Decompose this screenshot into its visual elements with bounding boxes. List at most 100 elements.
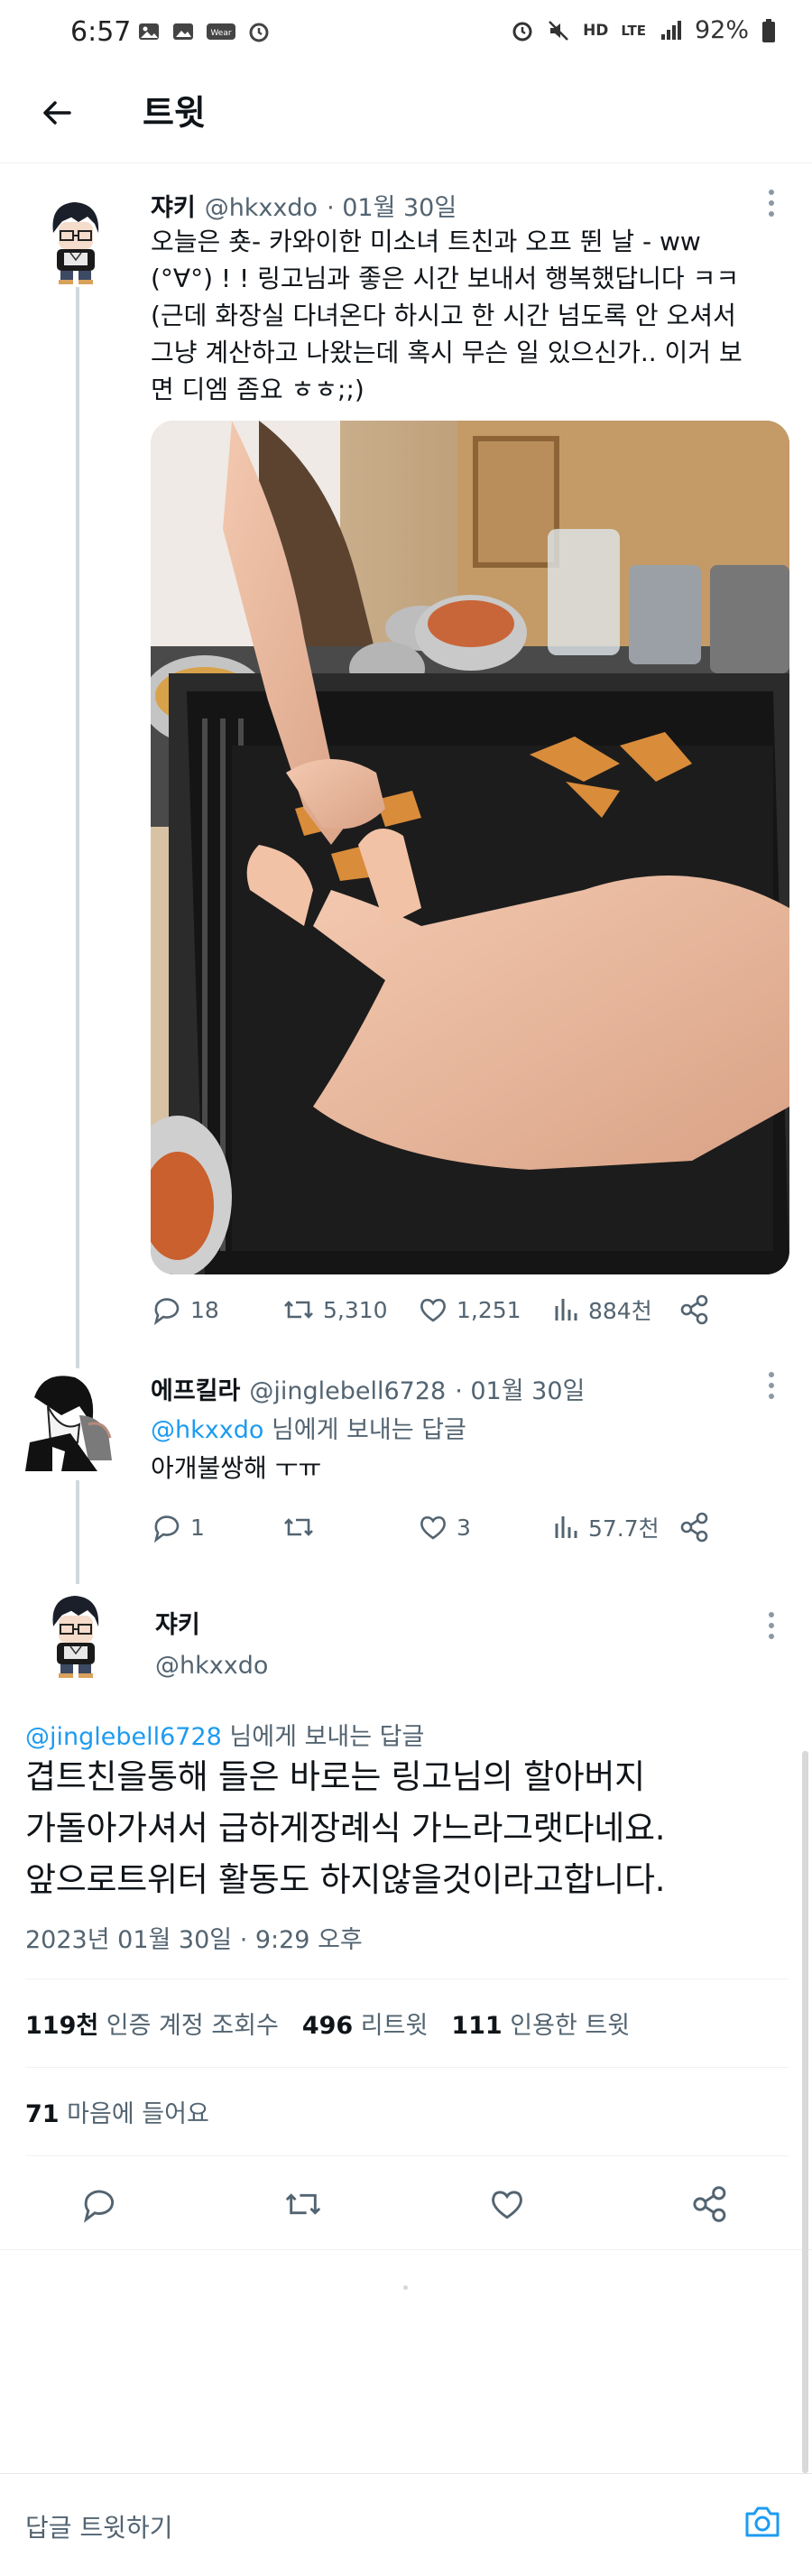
more-options-icon[interactable]	[766, 190, 777, 222]
quotes-stat-number: 111	[451, 2012, 503, 2040]
tweet-text: 아개불쌍해 ㅜㅠ	[151, 1453, 322, 1483]
reply-button[interactable]	[79, 2184, 119, 2228]
lte-icon: LTE	[621, 22, 646, 39]
retweet-icon	[284, 1518, 313, 1536]
alarm-icon	[249, 23, 269, 42]
status-system-icons: HD LTE 92%	[511, 16, 776, 44]
more-options-icon[interactable]	[766, 1372, 777, 1404]
display-name[interactable]: 쟈키	[155, 1605, 200, 1640]
heart-icon	[420, 1515, 446, 1540]
quotes-stat-label: 인용한 트윗	[502, 2012, 631, 2040]
display-name[interactable]: 쟈키	[151, 188, 196, 223]
share-icon[interactable]	[678, 1293, 711, 1330]
reply-input[interactable]: 답글 트윗하기	[25, 2508, 172, 2544]
reply-composer-bar: 답글 트윗하기	[0, 2473, 812, 2576]
scrollbar[interactable]	[802, 1751, 808, 2473]
gallery-icon	[173, 23, 193, 40]
like-button[interactable]: 1,251	[417, 1293, 521, 1326]
more-options-icon[interactable]	[766, 1612, 777, 1645]
views-button[interactable]: 57.7천	[552, 1511, 660, 1543]
alarm-icon	[512, 22, 532, 41]
reply-to-handle[interactable]: @hkxxdo	[151, 1416, 263, 1444]
divider	[25, 2155, 789, 2156]
tweet-text-line: (근데 화장실 다녀온다 하시고 한 시간 넘도록 안 오셔서	[151, 301, 736, 330]
tweet-date[interactable]: · 01월 30일	[455, 1371, 585, 1406]
tweet-text-line: 면 디엠 좀요 ㅎㅎ;;)	[151, 375, 364, 404]
reply-icon	[83, 2190, 115, 2223]
divider	[25, 2067, 789, 2068]
views-count: 57.7천	[588, 1515, 660, 1542]
tweet-text: 오늘은 춋- 카와이한 미소녀 트친과 오프 뛴 날 - ww (°∀°) ! …	[151, 223, 791, 408]
retweet-icon	[284, 1301, 313, 1319]
status-time: 6:57	[70, 16, 132, 48]
divider	[25, 1978, 789, 1979]
likes-stat[interactable]: 71 마음에 들어요	[25, 2094, 209, 2129]
hd-voice-icon: HD	[583, 21, 609, 40]
views-stat-label: 인증 계정 조회수	[98, 2012, 279, 2040]
retweets-stat-label: 리트윗	[353, 2012, 429, 2040]
reply-button[interactable]: 1	[151, 1511, 205, 1543]
svg-text:Wear: Wear	[210, 29, 231, 38]
share-icon[interactable]	[690, 2184, 730, 2228]
back-arrow-icon[interactable]	[34, 90, 79, 135]
signal-icon	[660, 20, 681, 40]
display-name[interactable]: 에프킬라	[151, 1371, 240, 1406]
retweet-button[interactable]	[281, 1511, 316, 1543]
battery-percent: 92%	[694, 16, 749, 44]
views-icon	[555, 1516, 577, 1538]
like-count: 1,251	[457, 1296, 521, 1323]
retweet-button[interactable]	[282, 2184, 324, 2228]
tweet-header: 쟈키 @hkxxdo · 01월 30일	[151, 188, 457, 223]
mute-icon	[549, 20, 568, 41]
views-button[interactable]: 884천	[552, 1293, 652, 1326]
reply-to-label: 님에게 보내는 답글	[263, 1416, 466, 1444]
like-button[interactable]: 3	[417, 1511, 471, 1543]
tweet-date[interactable]: · 01월 30일	[327, 188, 457, 223]
tweet-text-line: 앞으로트위터 활동도 하지않을것이라고합니다.	[25, 1860, 666, 1899]
tweet-actions: 18 5,310 1,251 884천	[151, 1286, 791, 1331]
reply-icon	[153, 1515, 180, 1543]
avatar[interactable]	[25, 1370, 117, 1471]
status-notification-icons: Wear	[137, 20, 271, 43]
reply-context: @jinglebell6728 님에게 보내는 답글	[25, 1717, 424, 1752]
webtoon-icon: Wear	[207, 23, 235, 40]
app-bar	[0, 72, 812, 163]
tweet-text-line: 겹트친을통해 들은 바로는 링고님의 할아버지	[25, 1757, 645, 1796]
heart-icon	[420, 1298, 446, 1322]
quotes-stat[interactable]: 111 인용한 트윗	[451, 2006, 630, 2041]
retweet-icon	[285, 2193, 321, 2215]
divider	[0, 2249, 812, 2250]
tweet-text-line: (°∀°) ! ! 링고님과 좋은 시간 보내서 행복했답니다 ㅋㅋ	[151, 264, 740, 293]
views-count: 884천	[588, 1298, 652, 1324]
retweet-button[interactable]: 5,310	[281, 1293, 388, 1326]
tweet-photo[interactable]	[151, 421, 789, 1274]
avatar[interactable]	[41, 197, 111, 284]
like-button[interactable]	[487, 2184, 527, 2228]
user-handle[interactable]: @hkxxdo	[205, 194, 318, 222]
engagement-stats: 119천 인증 계정 조회수 496 리트윗 111 인용한 트윗	[25, 2006, 630, 2041]
likes-stat-number: 71	[25, 2100, 60, 2128]
reply-icon	[153, 1298, 180, 1326]
tweet-timestamp[interactable]: 2023년 01월 30일 · 9:29 오후	[25, 1920, 363, 1955]
battery-icon	[762, 18, 775, 42]
retweet-count: 5,310	[323, 1296, 388, 1323]
status-bar: 6:57 Wear HD LTE 92%	[0, 0, 812, 72]
loading-indicator	[403, 2285, 408, 2290]
tweet-text-line: 오늘은 춋- 카와이한 미소녀 트친과 오프 뛴 날 - ww	[151, 227, 701, 256]
thread-line	[76, 287, 79, 1368]
page-title: 트윗	[143, 93, 206, 133]
share-icon[interactable]	[678, 1511, 711, 1547]
camera-icon[interactable]	[742, 2501, 783, 2546]
main-tweet-text: 겹트친을통해 들은 바로는 링고님의 할아버지 가돌아가셔서 급하게장례식 가느…	[25, 1751, 801, 1905]
retweets-stat[interactable]: 496 리트윗	[302, 2006, 428, 2041]
user-handle[interactable]: @hkxxdo	[155, 1652, 268, 1680]
like-count: 3	[457, 1514, 471, 1541]
reply-to-handle[interactable]: @jinglebell6728	[25, 1723, 222, 1751]
likes-stat-label: 마음에 들어요	[59, 2100, 209, 2128]
tweet-text-line: 그냥 계산하고 나왔는데 혹시 무슨 일 있으신가.. 이거 보	[151, 338, 743, 367]
heart-icon	[492, 2191, 522, 2219]
reply-button[interactable]: 18	[151, 1293, 219, 1326]
avatar[interactable]	[41, 1590, 111, 1678]
user-handle[interactable]: @jinglebell6728	[249, 1377, 446, 1405]
views-stat[interactable]: 119천 인증 계정 조회수	[25, 2006, 279, 2041]
